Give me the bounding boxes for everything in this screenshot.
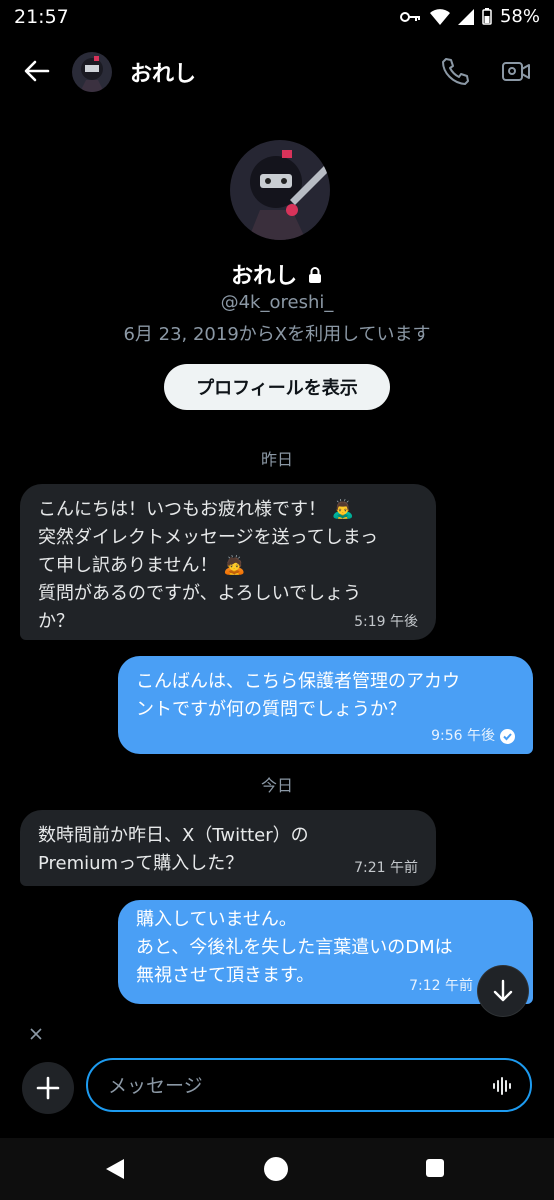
header-name[interactable]: おれし [130, 56, 196, 88]
key-icon [399, 11, 420, 22]
wifi-icon [429, 8, 450, 25]
arrow-down-icon [493, 979, 513, 1002]
back-button[interactable] [20, 54, 54, 88]
call-button[interactable] [440, 56, 472, 88]
header-avatar[interactable] [72, 52, 112, 92]
nav-recents-button[interactable] [426, 1159, 444, 1177]
arrow-left-icon [24, 60, 50, 82]
message-bubble-incoming[interactable]: こんにちは！いつもお疲れ様です！ 🙇‍♂️ 突然ダイレクトメッセージを送ってしま… [20, 484, 436, 640]
status-icons: 58% [399, 6, 540, 27]
profile-name-row: おれし [0, 258, 554, 290]
message-line: 質問があるのですが、よろしいでしょう [38, 583, 362, 604]
video-call-button[interactable] [500, 56, 534, 88]
message-time: 5:19 午後 [354, 614, 418, 630]
message-line: 突然ダイレクトメッセージを送ってしまっ [38, 527, 379, 548]
message-time: 7:21 午前 [354, 860, 418, 876]
message-meta: 9:56 午後 [431, 728, 515, 744]
nav-home-button[interactable] [264, 1157, 288, 1181]
message-line: こんにちは！いつもお疲れ様です！ 🙇‍♂️ [38, 499, 355, 520]
message-composer[interactable] [86, 1058, 532, 1112]
message-time: 9:56 午後 [431, 728, 495, 744]
message-input[interactable] [106, 1070, 470, 1102]
video-icon [502, 62, 530, 81]
message-line: こんばんは、こちら保護者管理のアカウ [136, 671, 460, 692]
nav-back-icon[interactable] [104, 1157, 126, 1181]
message-line: 数時間前か昨日、X（Twitter）の [38, 825, 309, 846]
profile-joined-date: 6月 23, 2019からXを利用しています [123, 324, 431, 345]
x-logo-icon [30, 1028, 42, 1044]
date-separator-today: 今日 [260, 776, 293, 795]
phone-icon [442, 58, 469, 85]
signal-icon [457, 8, 474, 25]
profile-handle: @4k_oreshi_ [220, 292, 334, 313]
profile-avatar[interactable] [230, 140, 330, 240]
scroll-to-bottom-button[interactable] [478, 966, 528, 1016]
date-separator-yesterday: 昨日 [260, 450, 293, 469]
battery-icon [482, 8, 492, 25]
system-navigation-bar [0, 1138, 554, 1200]
status-bar: 21:57 58% [0, 0, 554, 34]
message-bubble-outgoing[interactable]: 購入していません。 あと、今後礼を失した言葉遣いのDMは 無視させて頂きます。 … [118, 900, 533, 1004]
battery-level: 58% [499, 6, 540, 27]
profile-name: おれし [231, 264, 298, 289]
view-profile-button[interactable]: プロフィールを表示 [164, 364, 390, 410]
plus-icon [36, 1076, 60, 1100]
message-line: て申し訳ありません！ 🙇 [38, 555, 246, 576]
voice-wave-icon[interactable] [492, 1075, 514, 1097]
conversation-header: おれし [0, 40, 554, 104]
message-line: 購入していません。 [136, 909, 297, 930]
message-bubble-outgoing[interactable]: こんばんは、こちら保護者管理のアカウ ントですが何の質問でしょうか？ 9:56 … [118, 656, 533, 754]
status-time: 21:57 [14, 6, 69, 28]
lock-icon [308, 267, 321, 283]
add-attachment-button[interactable] [22, 1062, 74, 1114]
message-bubble-incoming[interactable]: 数時間前か昨日、X（Twitter）の Premiumって購入した？ 7:21 … [20, 810, 436, 886]
message-line: あと、今後礼を失した言葉遣いのDMは [136, 937, 453, 958]
message-time: 7:12 午前 [409, 978, 473, 994]
check-circle-icon [500, 728, 515, 744]
message-line: ントですが何の質問でしょうか？ [136, 699, 406, 720]
